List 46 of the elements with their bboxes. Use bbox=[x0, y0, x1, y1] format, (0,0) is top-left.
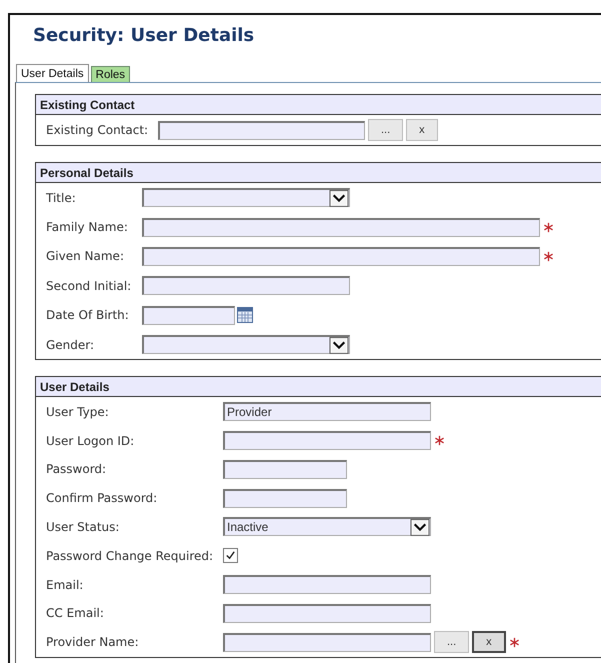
lookup-button[interactable]: ... bbox=[434, 631, 470, 654]
field-label: Confirm Password: bbox=[46, 491, 158, 506]
lookup-button[interactable]: x bbox=[472, 631, 506, 654]
tab[interactable]: Roles bbox=[90, 66, 130, 82]
input-field[interactable] bbox=[142, 306, 235, 325]
field-label: Password Change Required: bbox=[46, 548, 214, 563]
field-label: Email: bbox=[46, 578, 84, 592]
field-label: Given Name: bbox=[46, 249, 125, 264]
checkbox[interactable] bbox=[223, 548, 238, 564]
field-label: Family Name: bbox=[46, 220, 129, 234]
input-field[interactable] bbox=[142, 276, 350, 296]
input-field[interactable] bbox=[158, 120, 365, 140]
field-label: Existing Contact: bbox=[46, 123, 150, 137]
input-field[interactable] bbox=[223, 488, 347, 508]
dropdown[interactable] bbox=[142, 335, 350, 354]
input-field[interactable]: Provider bbox=[223, 402, 431, 422]
input-field[interactable] bbox=[223, 632, 431, 652]
field-label: Date Of Birth: bbox=[46, 308, 130, 322]
field-label: User Logon ID: bbox=[46, 434, 136, 448]
caret-icon bbox=[329, 190, 349, 207]
lookup-button[interactable]: x bbox=[406, 119, 438, 141]
page-title: Security: User Details bbox=[32, 24, 256, 48]
field-label: User Type: bbox=[46, 404, 110, 419]
input-field[interactable] bbox=[223, 604, 431, 623]
dropdown[interactable] bbox=[142, 188, 350, 208]
tab[interactable]: User Details bbox=[16, 64, 89, 82]
lookup-button[interactable]: ... bbox=[368, 119, 404, 141]
field-label: CC Email: bbox=[46, 606, 105, 620]
caret-icon bbox=[329, 336, 349, 354]
input-field[interactable] bbox=[223, 575, 431, 594]
field-label: Title: bbox=[46, 190, 77, 205]
field-label: Second Initial: bbox=[46, 278, 132, 293]
section-header: User Details bbox=[36, 377, 601, 398]
input-field[interactable] bbox=[142, 218, 540, 237]
input-field[interactable] bbox=[142, 246, 540, 266]
field-label: User Status: bbox=[46, 520, 120, 534]
calendar-icon[interactable] bbox=[237, 307, 253, 324]
field-label: Gender: bbox=[46, 338, 96, 352]
caret-icon bbox=[410, 518, 430, 536]
field-label: Password: bbox=[46, 462, 108, 476]
section-header: Existing Contact bbox=[36, 95, 601, 115]
field-label: Provider Name: bbox=[46, 635, 140, 650]
input-field[interactable] bbox=[223, 460, 347, 479]
section-header: Personal Details bbox=[36, 163, 601, 183]
input-field[interactable] bbox=[223, 431, 431, 450]
dropdown[interactable]: Inactive bbox=[223, 517, 431, 536]
